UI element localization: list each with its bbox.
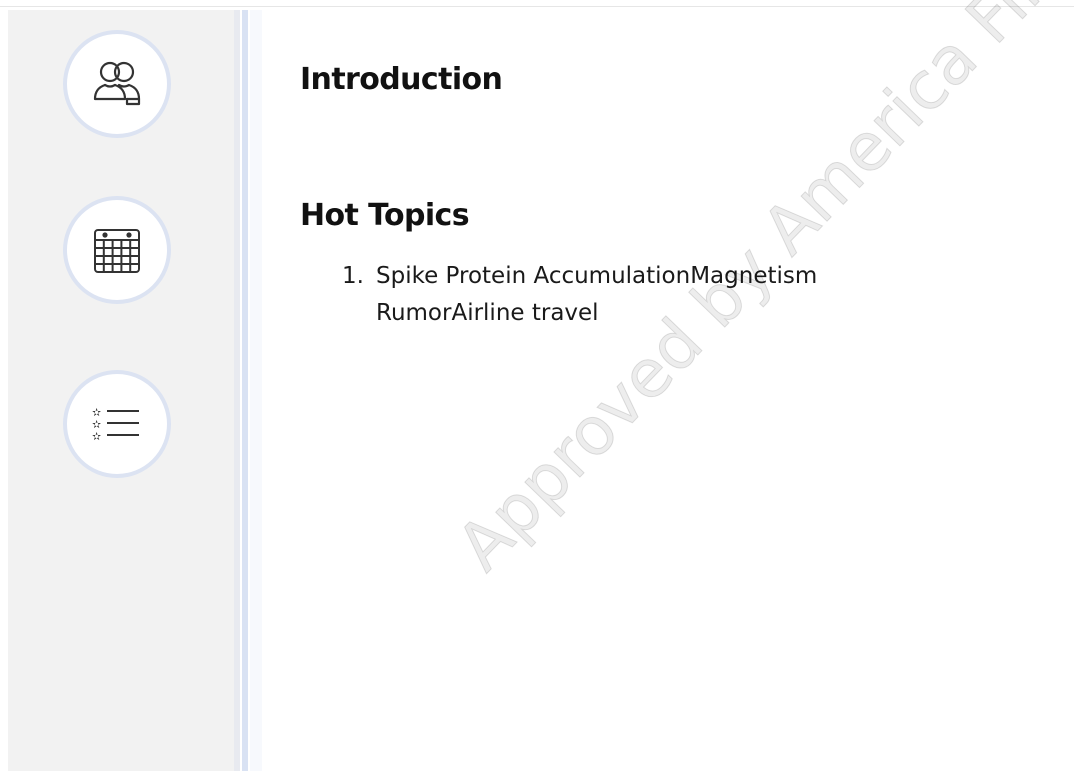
page: ✫ ✫ ✫ Introduction Hot Topics 1. Spike P…: [0, 0, 1074, 771]
intro-heading: Introduction: [300, 62, 503, 97]
svg-text:✫: ✫: [92, 430, 101, 443]
nav-calendar-button[interactable]: [63, 196, 171, 304]
nav-team-button[interactable]: [63, 30, 171, 138]
hot-topics-list: 1. Spike Protein AccumulationMagnetism R…: [300, 258, 936, 332]
hot-topics-heading: Hot Topics: [300, 198, 470, 233]
starred-list-icon: ✫ ✫ ✫: [92, 406, 139, 443]
divider-blue: [242, 10, 248, 771]
list-item-text: Spike Protein AccumulationMagnetism Rumo…: [376, 263, 818, 326]
list-item-number: 1.: [342, 263, 364, 289]
main-content: Introduction Hot Topics 1. Spike Protein…: [300, 0, 1060, 771]
team-icon: [93, 61, 141, 106]
calendar-icon: [94, 229, 140, 273]
divider-light: [250, 10, 262, 771]
nav-list-button[interactable]: ✫ ✫ ✫: [63, 370, 171, 478]
divider-gray: [234, 10, 240, 771]
list-item: 1. Spike Protein AccumulationMagnetism R…: [300, 258, 936, 332]
